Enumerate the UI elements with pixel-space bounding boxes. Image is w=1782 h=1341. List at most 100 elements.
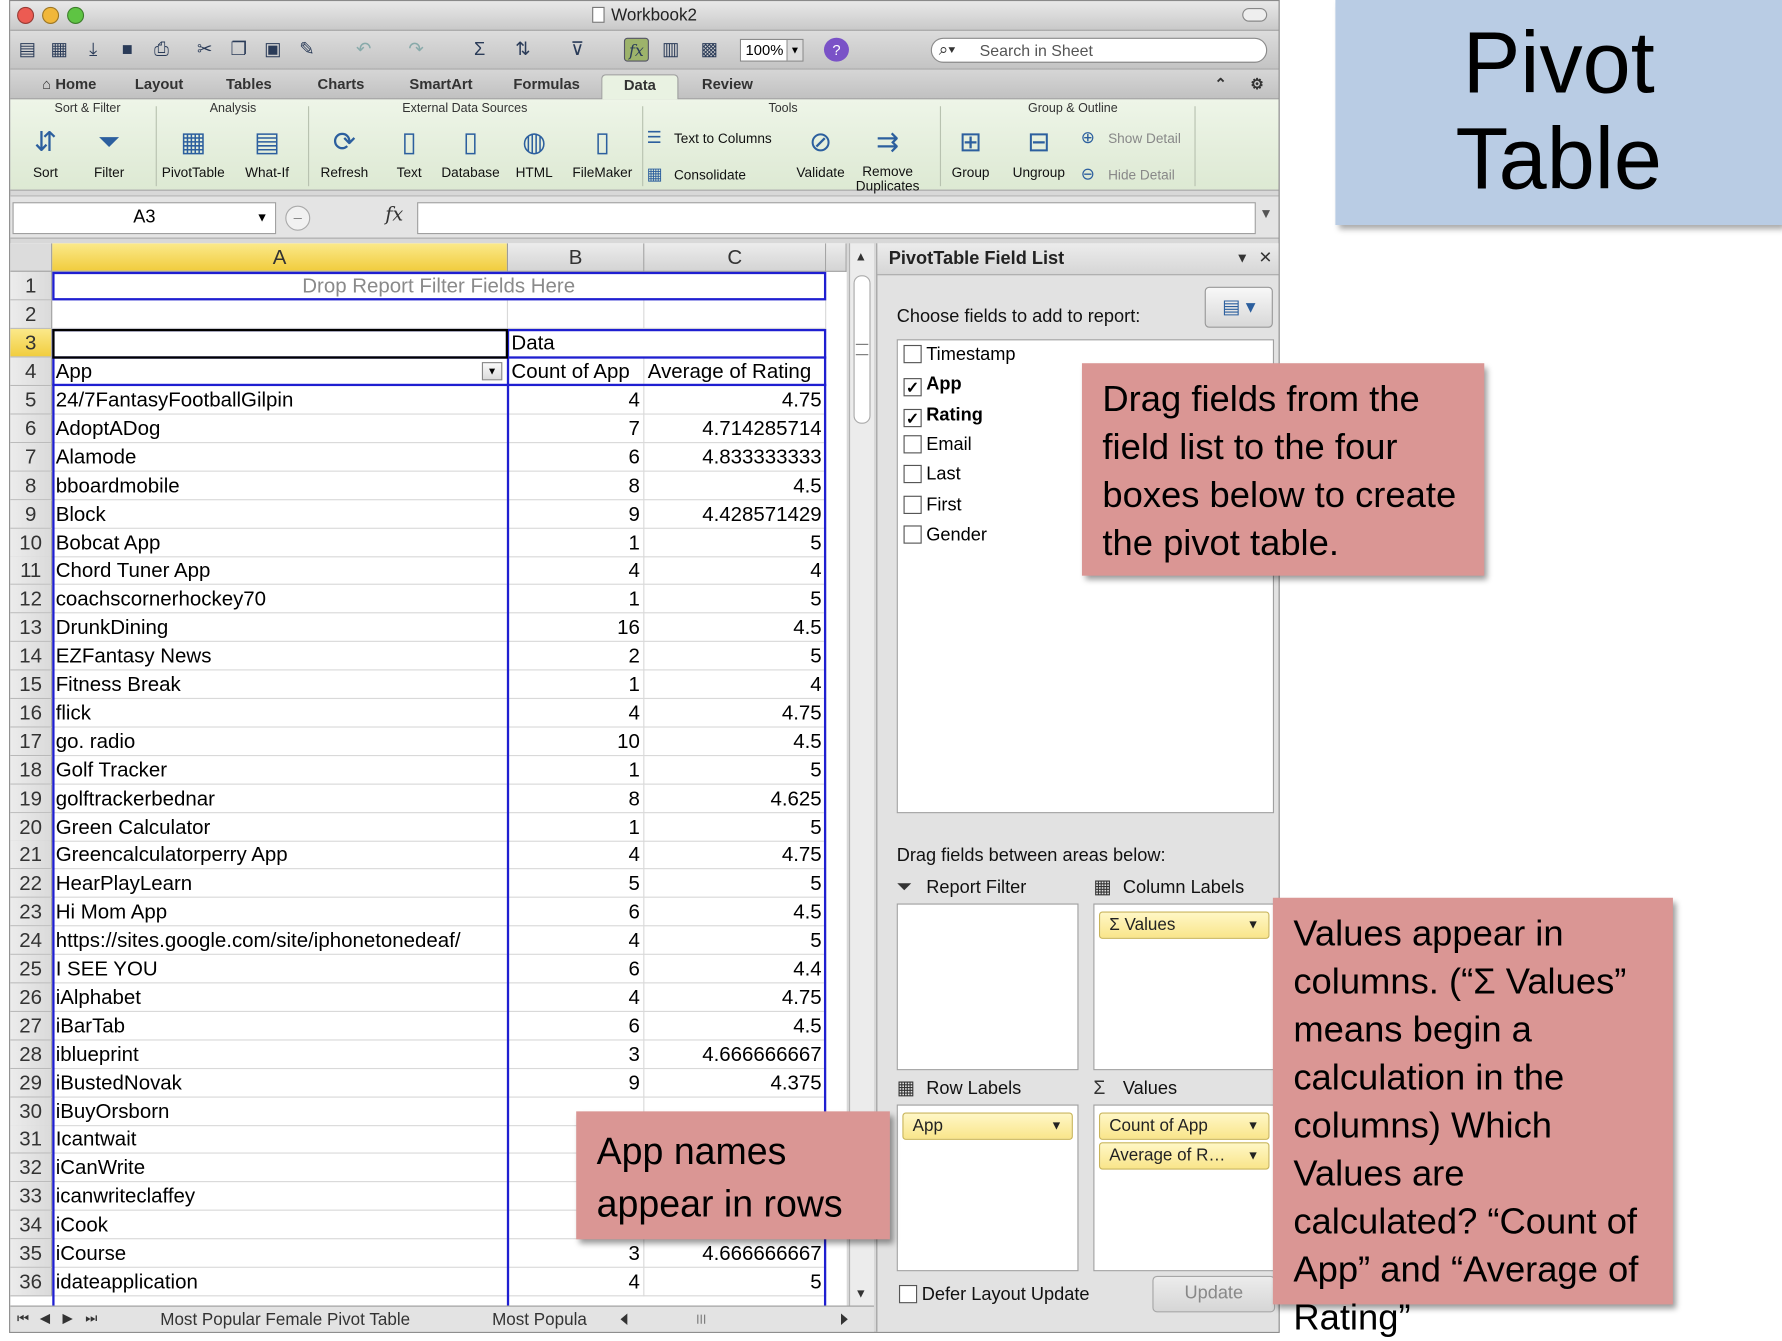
values-area[interactable]: Count of App ▼ Average of R… ▼ xyxy=(1093,1104,1276,1272)
count-cell[interactable]: 8 xyxy=(508,784,645,813)
scroll-left-icon[interactable] xyxy=(620,1313,628,1325)
count-cell[interactable]: 4 xyxy=(508,983,645,1012)
count-cell[interactable]: 4 xyxy=(508,386,645,415)
checkmark-icon[interactable]: ✓ xyxy=(903,378,922,397)
column-labels-area[interactable]: Σ Values ▼ xyxy=(1093,903,1276,1071)
row-header[interactable]: 25 xyxy=(10,954,53,984)
save-icon[interactable]: ■ xyxy=(115,38,140,62)
column-header-d[interactable] xyxy=(826,243,847,272)
average-cell[interactable]: 4.5 xyxy=(644,897,827,927)
row-header[interactable]: 4 xyxy=(10,357,53,387)
formula-toggle-button[interactable]: – xyxy=(285,205,311,231)
column-header-c[interactable]: C xyxy=(644,243,827,272)
cell[interactable] xyxy=(644,300,827,329)
app-cell[interactable]: Chord Tuner App xyxy=(52,556,509,586)
average-cell[interactable]: 4.666666667 xyxy=(644,1239,827,1268)
checkbox[interactable] xyxy=(903,344,922,364)
row-header[interactable]: 12 xyxy=(10,585,53,614)
last-sheet-icon[interactable]: ⏭ xyxy=(85,1310,97,1327)
ungroup-button[interactable]: ⊟ Ungroup xyxy=(1004,124,1074,181)
prev-sheet-icon[interactable]: ◀ xyxy=(40,1310,50,1326)
count-cell[interactable]: 2 xyxy=(508,642,645,671)
refresh-button[interactable]: ⟳ Refresh xyxy=(310,124,378,181)
app-cell[interactable]: EZFantasy News xyxy=(52,642,509,671)
count-cell[interactable]: 3 xyxy=(508,1239,645,1268)
row-header[interactable]: 31 xyxy=(10,1125,53,1155)
average-cell[interactable]: 4.428571429 xyxy=(644,499,827,529)
cut-icon[interactable]: ✂ xyxy=(192,38,217,62)
count-cell[interactable]: 7 xyxy=(508,414,645,444)
chevron-down-icon[interactable]: ▼ xyxy=(1235,250,1249,266)
average-cell[interactable]: 4.833333333 xyxy=(644,442,827,472)
average-cell[interactable]: 5 xyxy=(644,585,827,614)
app-cell[interactable]: Hi Mom App xyxy=(52,897,509,927)
count-of-app-header[interactable]: Count of App xyxy=(508,357,645,387)
app-cell[interactable]: iBuyOrsborn xyxy=(52,1097,509,1126)
row-header[interactable]: 3 xyxy=(10,328,53,358)
toolbar-toggle-button[interactable] xyxy=(1242,7,1268,22)
app-cell[interactable]: flick xyxy=(52,698,509,728)
open-icon[interactable]: ⤓ xyxy=(81,38,106,62)
average-cell[interactable]: 4.666666667 xyxy=(644,1040,827,1069)
average-cell[interactable]: 5 xyxy=(644,1267,827,1297)
tab-home[interactable]: ⌂ Home xyxy=(26,74,112,99)
horizontal-scrollbar[interactable] xyxy=(618,1310,868,1328)
average-cell[interactable]: 4.375 xyxy=(644,1068,827,1098)
report-filter-drop-zone[interactable]: Drop Report Filter Fields Here xyxy=(52,271,827,301)
text-import-button[interactable]: ▯ Text xyxy=(383,124,435,181)
formula-builder-icon[interactable]: fx xyxy=(623,37,649,62)
sheet-tab-female-pivot[interactable]: Most Popular Female Pivot Table xyxy=(160,1310,410,1329)
cell-a3[interactable] xyxy=(52,328,509,358)
row-header[interactable]: 35 xyxy=(10,1239,53,1268)
count-cell[interactable]: 1 xyxy=(508,812,645,842)
consolidate-button[interactable]: ▦ Consolidate xyxy=(647,163,746,183)
count-cell[interactable]: 4 xyxy=(508,841,645,870)
row-header[interactable]: 17 xyxy=(10,727,53,756)
tab-smartart[interactable]: SmartArt xyxy=(394,74,487,99)
column-header-b[interactable]: B xyxy=(508,243,645,272)
cell[interactable] xyxy=(52,300,509,329)
chevron-down-icon[interactable]: ▼ xyxy=(1050,1114,1062,1139)
average-cell[interactable]: 4.714285714 xyxy=(644,414,827,444)
undo-icon[interactable]: ↶ xyxy=(351,38,376,62)
app-cell[interactable]: Block xyxy=(52,499,509,529)
field-checkbox-last[interactable]: Last xyxy=(903,465,961,490)
defer-layout-update-checkbox[interactable]: Defer Layout Update xyxy=(898,1284,1090,1306)
row-header[interactable]: 10 xyxy=(10,528,53,557)
average-of-rating-header[interactable]: Average of Rating xyxy=(644,357,827,387)
row-header[interactable]: 7 xyxy=(10,442,53,472)
average-cell[interactable]: 4.4 xyxy=(644,954,827,984)
count-cell[interactable]: 4 xyxy=(508,1267,645,1297)
layout-options-button[interactable]: ▤ ▾ xyxy=(1204,286,1273,328)
app-cell[interactable]: DrunkDining xyxy=(52,613,509,643)
row-header[interactable]: 23 xyxy=(10,897,53,927)
app-cell[interactable]: 24/7FantasyFootballGilpin xyxy=(52,386,509,415)
hide-detail-button[interactable]: ⊖ Hide Detail xyxy=(1081,163,1175,183)
row-header[interactable]: 24 xyxy=(10,926,53,955)
checkbox[interactable] xyxy=(903,495,922,514)
average-cell[interactable]: 4.5 xyxy=(644,613,827,643)
first-sheet-icon[interactable]: ⏮ xyxy=(17,1310,29,1327)
search-sheet-input[interactable]: ⌕▾ Search in Sheet xyxy=(930,37,1268,63)
count-cell[interactable]: 6 xyxy=(508,1011,645,1041)
count-cell[interactable]: 10 xyxy=(508,727,645,756)
tab-tables[interactable]: Tables xyxy=(210,74,287,99)
average-cell[interactable]: 5 xyxy=(644,528,827,557)
data-label-cell[interactable]: Data xyxy=(508,328,827,358)
row-header[interactable]: 33 xyxy=(10,1182,53,1211)
app-cell[interactable]: iAlphabet xyxy=(52,983,509,1012)
app-cell[interactable]: Bobcat App xyxy=(52,528,509,557)
row-header[interactable]: 28 xyxy=(10,1040,53,1069)
chevron-down-icon[interactable]: ▼ xyxy=(1247,1114,1259,1139)
html-button[interactable]: ◍ HTML xyxy=(508,124,560,181)
report-filter-area[interactable] xyxy=(896,903,1079,1071)
app-cell[interactable]: AdoptADog xyxy=(52,414,509,444)
print-icon[interactable]: ⎙ xyxy=(149,38,174,62)
row-header[interactable]: 15 xyxy=(10,670,53,700)
app-cell[interactable]: iCourse xyxy=(52,1239,509,1268)
app-cell[interactable]: Greencalculatorperry App xyxy=(52,841,509,870)
count-cell[interactable]: 5 xyxy=(508,869,645,899)
count-cell[interactable]: 9 xyxy=(508,1068,645,1098)
average-cell[interactable]: 4.75 xyxy=(644,983,827,1012)
row-header[interactable]: 18 xyxy=(10,755,53,785)
